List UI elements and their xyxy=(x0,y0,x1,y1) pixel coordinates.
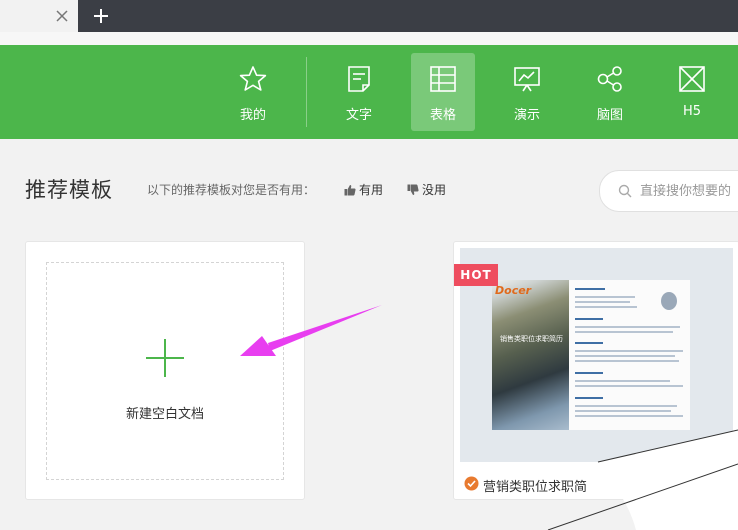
presentation-icon xyxy=(514,67,540,92)
search-input[interactable] xyxy=(640,181,738,201)
mindmap-icon xyxy=(597,66,622,92)
tab-label: 表格 xyxy=(429,108,456,123)
browser-tab[interactable] xyxy=(0,0,78,32)
tab-label: 我的 xyxy=(239,108,266,123)
new-blank-document-label: 新建空白文档 xyxy=(125,407,204,422)
template-thumbnail[interactable]: Docer 销售类职位求职简历 xyxy=(460,248,733,462)
document-text-icon xyxy=(348,66,370,92)
hot-badge: HOT xyxy=(454,264,498,286)
tab-mindmap[interactable]: 脑图 xyxy=(578,53,642,131)
tab-label: 演示 xyxy=(513,108,540,123)
tab-label: 文字 xyxy=(345,108,372,123)
feedback-prompt: 以下的推荐模板对您是否有用： xyxy=(147,183,316,197)
browser-title-bar xyxy=(0,0,738,32)
tab-spreadsheet[interactable]: 表格 xyxy=(411,53,475,131)
useful-button[interactable]: 有用 xyxy=(344,181,383,198)
new-blank-document-card[interactable]: 新建空白文档 xyxy=(25,241,305,500)
main-toolbar: 我的 文字 表格 演示 脑图 H5 xyxy=(0,45,738,139)
blank-card-dashed-area: 新建空白文档 xyxy=(46,262,284,480)
search-box[interactable] xyxy=(599,170,738,212)
tab-presentation[interactable]: 演示 xyxy=(495,53,559,131)
tab-label: H5 xyxy=(682,104,702,119)
toolbar-divider xyxy=(306,57,307,127)
page-title: 推荐模板 xyxy=(25,178,113,202)
search-icon xyxy=(618,184,632,198)
useless-label: 没用 xyxy=(422,183,447,197)
browser-sub-bar xyxy=(0,32,738,45)
new-tab-plus-icon[interactable] xyxy=(92,7,110,25)
h5-icon xyxy=(679,66,705,92)
useful-label: 有用 xyxy=(359,183,384,197)
star-icon xyxy=(239,66,267,91)
resume-cover-title: 销售类职位求职简历 xyxy=(500,335,563,343)
tab-writer[interactable]: 文字 xyxy=(327,53,391,131)
tab-h5[interactable]: H5 xyxy=(660,53,724,131)
resume-content-preview xyxy=(569,280,690,430)
template-card[interactable]: Docer 销售类职位求职简历 HOT 营销类职位求职简 xyxy=(453,241,738,500)
tab-my[interactable]: 我的 xyxy=(221,53,285,131)
thumbs-up-icon xyxy=(344,184,356,195)
tab-label: 脑图 xyxy=(596,108,623,123)
docer-template-icon xyxy=(464,476,479,491)
plus-icon xyxy=(146,339,184,377)
template-name: 营销类职位求职简 xyxy=(483,480,588,495)
spreadsheet-icon xyxy=(430,66,456,92)
close-icon[interactable] xyxy=(54,8,70,24)
resume-cover-image: Docer 销售类职位求职简历 xyxy=(492,280,569,430)
useless-button[interactable]: 没用 xyxy=(407,181,446,198)
thumbs-down-icon xyxy=(407,184,419,195)
docer-logo: Docer xyxy=(495,284,532,297)
